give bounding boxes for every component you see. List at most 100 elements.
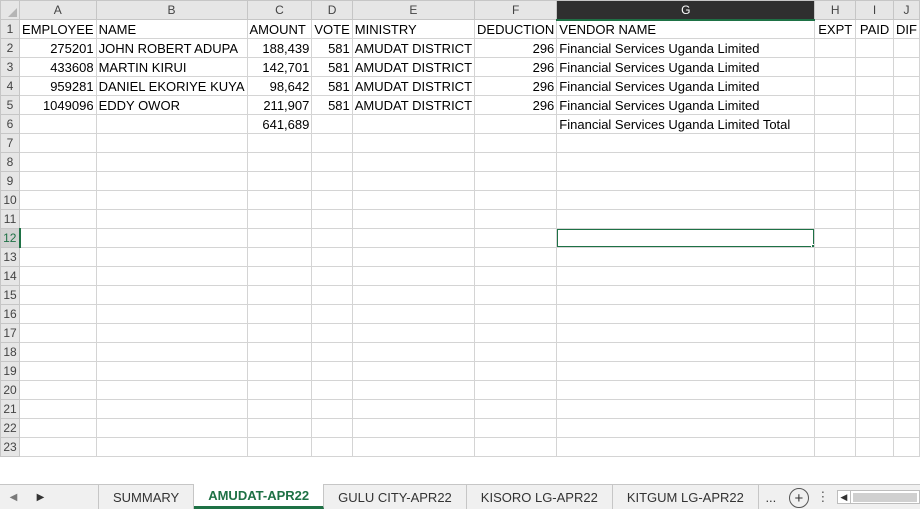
column-header-h[interactable]: H [814, 0, 857, 20]
grid-cell[interactable]: 1049096 [19, 95, 97, 115]
grid-cell[interactable] [351, 437, 476, 457]
grid-cell[interactable] [855, 57, 894, 77]
grid-cell[interactable] [814, 399, 857, 419]
column-header-f[interactable]: F [474, 0, 558, 20]
grid-cell[interactable] [246, 399, 313, 419]
grid-cell[interactable] [814, 190, 857, 210]
grid-cell[interactable] [474, 399, 558, 419]
row-header[interactable]: 8 [0, 152, 21, 172]
grid-cell[interactable] [814, 418, 857, 438]
column-header-d[interactable]: D [311, 0, 353, 20]
grid-cell[interactable]: 275201 [19, 38, 97, 58]
grid-cell[interactable] [311, 247, 353, 267]
grid-cell[interactable] [893, 152, 920, 172]
grid-cell[interactable] [556, 437, 816, 457]
grid-cell[interactable]: 581 [311, 95, 353, 115]
grid-cell[interactable] [893, 133, 920, 153]
grid-cell[interactable] [893, 342, 920, 362]
grid-cell[interactable] [855, 437, 894, 457]
row-header[interactable]: 10 [0, 190, 21, 210]
grid-cell[interactable] [814, 304, 857, 324]
grid-cell[interactable] [246, 323, 313, 343]
grid-cell[interactable] [855, 152, 894, 172]
grid-cell[interactable] [474, 228, 558, 248]
grid-cell[interactable]: 296 [474, 57, 558, 77]
grid-cell[interactable] [855, 380, 894, 400]
grid-cell[interactable] [814, 57, 857, 77]
grid-cell[interactable] [814, 76, 857, 96]
grid-cell[interactable]: 641,689 [246, 114, 313, 134]
grid-cell[interactable] [893, 247, 920, 267]
grid-cell[interactable]: Financial Services Uganda Limited [556, 95, 816, 115]
grid-cell[interactable] [95, 285, 248, 305]
grid-cell[interactable]: Financial Services Uganda Limited [556, 57, 816, 77]
grid-cell[interactable] [814, 266, 857, 286]
grid-cell[interactable] [95, 323, 248, 343]
tab-kisoro-lg-apr22[interactable]: KISORO LG-APR22 [467, 485, 613, 509]
grid-cell[interactable] [855, 342, 894, 362]
grid-cell[interactable] [855, 266, 894, 286]
grid-cell[interactable] [95, 361, 248, 381]
grid-cell[interactable] [474, 323, 558, 343]
grid-cell[interactable] [311, 304, 353, 324]
grid-cell[interactable] [311, 285, 353, 305]
row-header[interactable]: 23 [0, 437, 21, 457]
row-header[interactable]: 17 [0, 323, 21, 343]
grid-cell[interactable] [351, 114, 476, 134]
grid-cell[interactable] [556, 304, 816, 324]
grid-cell[interactable]: 188,439 [246, 38, 313, 58]
row-header[interactable]: 9 [0, 171, 21, 191]
grid-cell[interactable] [19, 133, 97, 153]
grid-cell[interactable] [19, 247, 97, 267]
grid-cell[interactable] [311, 418, 353, 438]
grid-cell[interactable] [19, 399, 97, 419]
grid-cell[interactable]: 433608 [19, 57, 97, 77]
grid-cell[interactable] [351, 228, 476, 248]
grid-cell[interactable] [246, 342, 313, 362]
grid-cell[interactable] [95, 114, 248, 134]
grid-cell[interactable] [814, 38, 857, 58]
grid-cell[interactable] [474, 437, 558, 457]
grid-cell[interactable] [556, 418, 816, 438]
grid-cell[interactable] [556, 209, 816, 229]
grid-cell[interactable] [246, 133, 313, 153]
grid-cell[interactable] [351, 342, 476, 362]
grid-cell[interactable]: DIF [893, 19, 920, 39]
grid-cell[interactable] [556, 171, 816, 191]
grid-cell[interactable] [814, 152, 857, 172]
grid-cell[interactable]: EXPT [814, 19, 857, 39]
grid-cell[interactable] [95, 152, 248, 172]
grid-cell[interactable]: 581 [311, 76, 353, 96]
grid-cell[interactable] [855, 361, 894, 381]
grid-cell[interactable]: AMUDAT DISTRICT [351, 76, 476, 96]
grid-cell[interactable] [474, 171, 558, 191]
grid-cell[interactable] [95, 171, 248, 191]
grid-cell[interactable] [95, 228, 248, 248]
grid-cell[interactable] [893, 418, 920, 438]
grid-cell[interactable] [19, 323, 97, 343]
grid-cell[interactable] [893, 380, 920, 400]
grid-cell[interactable] [95, 190, 248, 210]
grid-cell[interactable] [311, 266, 353, 286]
grid-cell[interactable] [855, 399, 894, 419]
grid-cell[interactable] [19, 209, 97, 229]
grid-cell[interactable] [893, 399, 920, 419]
grid-cell[interactable] [19, 361, 97, 381]
grid-cell[interactable] [474, 361, 558, 381]
grid-cell[interactable] [474, 285, 558, 305]
grid-cell[interactable] [474, 304, 558, 324]
grid-cell[interactable]: NAME [95, 19, 248, 39]
grid-cell[interactable] [311, 209, 353, 229]
grid-cell[interactable] [311, 323, 353, 343]
grid-cell[interactable] [311, 190, 353, 210]
grid-cell[interactable] [814, 95, 857, 115]
row-header[interactable]: 12 [0, 228, 21, 248]
row-header[interactable]: 7 [0, 133, 21, 153]
grid-cell[interactable] [311, 380, 353, 400]
grid-cell[interactable] [556, 190, 816, 210]
grid-cell[interactable] [855, 285, 894, 305]
grid-cell[interactable] [474, 209, 558, 229]
grid-cell[interactable] [893, 323, 920, 343]
grid-cell[interactable]: AMOUNT [246, 19, 313, 39]
row-header[interactable]: 5 [0, 95, 21, 115]
